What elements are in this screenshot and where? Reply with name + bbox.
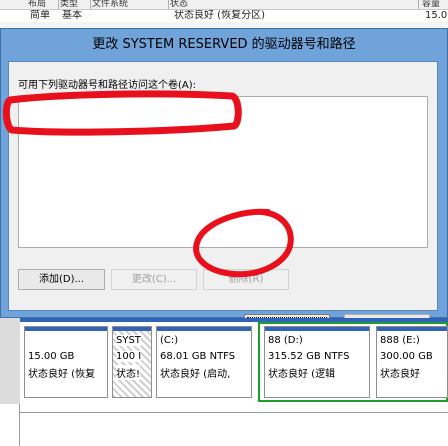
partition-strip xyxy=(113,327,151,331)
partition-size: 300.00 GB xyxy=(380,351,433,362)
partition-strip xyxy=(377,327,447,331)
partition-name: (C:) xyxy=(160,335,179,346)
partition-name: SYST xyxy=(116,335,141,346)
remove-button[interactable]: 删除(R) xyxy=(203,269,289,290)
partition-size: 100 I xyxy=(116,351,142,362)
row-status: 状态良好 (恢复分区) xyxy=(174,10,265,21)
partition-status: 状态良好 (恢复 xyxy=(28,369,96,380)
partition-system-reserved[interactable]: SYST 100 I 状态! xyxy=(112,326,152,398)
column-header-status[interactable]: 状态 xyxy=(168,0,419,9)
change-drive-letter-dialog: 更改 SYSTEM RESERVED 的驱动器号和路径 可用下列驱动器号和路径访… xyxy=(0,28,448,335)
table-row[interactable]: 简单 基本 状态良好 (恢复分区) 15.0 xyxy=(0,10,448,22)
partition-strip xyxy=(157,327,251,331)
partition-status: 状态良好 xyxy=(380,369,420,380)
column-header-type[interactable]: 类型 xyxy=(58,0,91,9)
dialog-client-area: 可用下列驱动器号和路径访问这个卷(A): 添加(D)... 更改(C)... 删… xyxy=(8,61,438,335)
add-button[interactable]: 添加(D)... xyxy=(18,269,105,290)
partition-strip xyxy=(265,327,369,331)
column-header-filesystem[interactable]: 文件系统 xyxy=(90,0,169,9)
partition-d[interactable]: 88 (D:) 315.52 GB NTFS 状态良好 (逻辑 xyxy=(264,326,370,398)
divider xyxy=(20,412,448,413)
column-header-capacity[interactable]: 容量 xyxy=(420,0,448,9)
partition-size: 15.00 GB xyxy=(28,351,75,362)
drive-paths-listbox[interactable] xyxy=(18,96,428,248)
partition-name: 88 (D:) xyxy=(268,335,303,346)
partition-size: 68.01 GB NTFS xyxy=(160,351,236,362)
divider xyxy=(19,404,20,446)
row-layout: 简单 xyxy=(30,10,50,21)
partition-recovery[interactable]: 15.00 GB 状态良好 (恢复 xyxy=(24,326,108,398)
disk-map: 15.00 GB 状态良好 (恢复 SYST 100 I 状态! (C:) 68… xyxy=(0,318,448,404)
row-type: 基本 xyxy=(62,10,82,21)
partition-size: 315.52 GB NTFS xyxy=(268,351,350,362)
column-header-layout[interactable]: 布局 xyxy=(26,0,59,9)
dialog-title[interactable]: 更改 SYSTEM RESERVED 的驱动器号和路径 xyxy=(1,29,447,61)
disk-info-column xyxy=(0,318,20,404)
partition-e[interactable]: 888 (E:) 300.00 GB 状态良好 xyxy=(376,326,448,398)
partition-status: 状态良好 (启动, xyxy=(160,369,231,380)
row-capacity: 15.0 xyxy=(425,10,448,21)
list-label: 可用下列驱动器号和路径访问这个卷(A): xyxy=(18,80,197,91)
partition-strip xyxy=(25,327,107,331)
disk-map-lower-area xyxy=(0,404,448,446)
partition-status: 状态良好 (逻辑 xyxy=(268,369,336,380)
change-button[interactable]: 更改(C)... xyxy=(111,269,197,290)
partition-name: 888 (E:) xyxy=(380,335,420,346)
partition-status: 状态! xyxy=(116,365,141,380)
volume-table-header: 布局 类型 文件系统 状态 容量 xyxy=(0,0,448,10)
partition-c[interactable]: (C:) 68.01 GB NTFS 状态良好 (启动, xyxy=(156,326,252,398)
